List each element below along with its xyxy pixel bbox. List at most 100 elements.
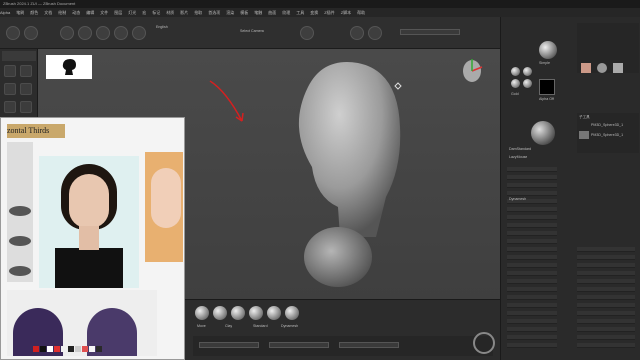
property-row[interactable] (507, 247, 557, 252)
draw-size-slider[interactable] (400, 29, 460, 35)
material-icon[interactable] (523, 79, 532, 88)
tool-thumb[interactable] (581, 63, 591, 73)
rotate-button[interactable] (132, 26, 146, 40)
property-row[interactable] (577, 327, 635, 332)
color-swatch[interactable] (68, 346, 74, 352)
brush-icon[interactable] (213, 306, 227, 320)
slider[interactable] (269, 342, 329, 348)
menu-item[interactable]: Alpha (0, 10, 10, 15)
property-row[interactable] (507, 215, 557, 220)
menu-item[interactable]: 渲染 (226, 10, 234, 15)
menu-item[interactable]: 文档 (44, 10, 52, 15)
property-row[interactable] (507, 271, 557, 276)
property-row[interactable] (507, 335, 557, 340)
menu-item[interactable]: 笔刷 (16, 10, 24, 15)
menu-item[interactable]: 绘制 (58, 10, 66, 15)
material-icon[interactable] (523, 67, 532, 76)
property-row[interactable] (577, 279, 635, 284)
material-sphere-icon[interactable] (539, 41, 557, 59)
menu-item[interactable]: 图层 (114, 10, 122, 15)
brush-icon[interactable] (267, 306, 281, 320)
menu-item[interactable]: 帮助 (357, 10, 365, 15)
property-row[interactable] (507, 319, 557, 324)
property-row[interactable] (507, 295, 557, 300)
color-swatch[interactable] (61, 346, 67, 352)
property-row[interactable] (577, 343, 635, 348)
subtool-item[interactable]: PM3D_Sphere3D_1 (591, 123, 623, 127)
color-swatch[interactable] (75, 346, 81, 352)
property-row[interactable] (507, 191, 557, 196)
select-camera-label[interactable]: Select Camera (240, 29, 264, 33)
subtool-thumb[interactable] (579, 131, 589, 139)
property-row[interactable] (507, 263, 557, 268)
property-row[interactable] (577, 255, 635, 260)
menu-item[interactable]: 编辑 (86, 10, 94, 15)
menu-item[interactable]: Z脚本 (341, 10, 351, 15)
tool-button[interactable] (4, 101, 16, 113)
property-row[interactable] (577, 287, 635, 292)
color-swatch[interactable] (89, 346, 95, 352)
tool-button[interactable] (20, 65, 32, 77)
tool-button[interactable] (20, 101, 32, 113)
menu-item[interactable]: 工具 (296, 10, 304, 15)
menu-item[interactable]: 颜色 (30, 10, 38, 15)
property-row[interactable] (577, 295, 635, 300)
slider[interactable] (199, 342, 259, 348)
brush-icon[interactable] (285, 306, 299, 320)
property-row[interactable] (577, 271, 635, 276)
menu-item[interactable]: 拾取 (194, 10, 202, 15)
record-circle-icon[interactable] (473, 332, 495, 354)
move-button[interactable] (96, 26, 110, 40)
property-row[interactable] (507, 167, 557, 172)
property-row[interactable] (507, 327, 557, 332)
brush-icon[interactable] (249, 306, 263, 320)
menu-item[interactable]: 宏 (142, 10, 146, 15)
property-row[interactable] (577, 319, 635, 324)
property-row[interactable] (507, 287, 557, 292)
menu-item[interactable]: 影片 (180, 10, 188, 15)
tool-thumb[interactable] (597, 63, 607, 73)
menu-item[interactable]: 曲面 (268, 10, 276, 15)
property-row[interactable] (507, 279, 557, 284)
property-row[interactable] (507, 223, 557, 228)
lightbox-button[interactable] (24, 26, 38, 40)
property-row[interactable] (507, 255, 557, 260)
property-row[interactable] (507, 239, 557, 244)
menu-item[interactable]: 动态 (72, 10, 80, 15)
sculpt-head-model[interactable] (268, 57, 418, 299)
brush-icon[interactable] (195, 306, 209, 320)
property-row[interactable] (507, 207, 557, 212)
brush-icon[interactable] (368, 26, 382, 40)
menu-item[interactable]: 标记 (152, 10, 160, 15)
property-row[interactable] (507, 311, 557, 316)
sync-icon[interactable] (300, 26, 314, 40)
brush-icon[interactable] (231, 306, 245, 320)
menu-item[interactable]: Z插件 (324, 10, 334, 15)
property-row[interactable] (507, 183, 557, 188)
menu-item[interactable]: 首选项 (208, 10, 220, 15)
reference-image-window[interactable]: zontal Thirds (0, 117, 185, 360)
sphere-icon[interactable] (350, 26, 364, 40)
property-row[interactable] (577, 247, 635, 252)
tool-button[interactable] (4, 83, 16, 95)
alpha-thumb[interactable] (539, 79, 555, 95)
property-row[interactable] (577, 303, 635, 308)
menu-item[interactable]: 模板 (240, 10, 248, 15)
color-swatch[interactable] (33, 346, 39, 352)
tool-button[interactable] (4, 65, 16, 77)
tool-thumb[interactable] (613, 63, 623, 73)
menu-item[interactable]: 变换 (310, 10, 318, 15)
property-row[interactable] (507, 231, 557, 236)
home-icon[interactable] (6, 26, 20, 40)
property-row[interactable] (507, 343, 557, 348)
draw-button[interactable] (78, 26, 92, 40)
material-icon[interactable] (511, 79, 520, 88)
menu-item[interactable]: 笔触 (254, 10, 262, 15)
color-swatch[interactable] (96, 346, 102, 352)
subtool-item[interactable]: PM3D_Sphere3D_1 (591, 133, 623, 137)
tool-button[interactable] (20, 83, 32, 95)
menu-item[interactable]: 文件 (100, 10, 108, 15)
material-icon[interactable] (511, 67, 520, 76)
edit-button[interactable] (60, 26, 74, 40)
property-row[interactable] (507, 175, 557, 180)
